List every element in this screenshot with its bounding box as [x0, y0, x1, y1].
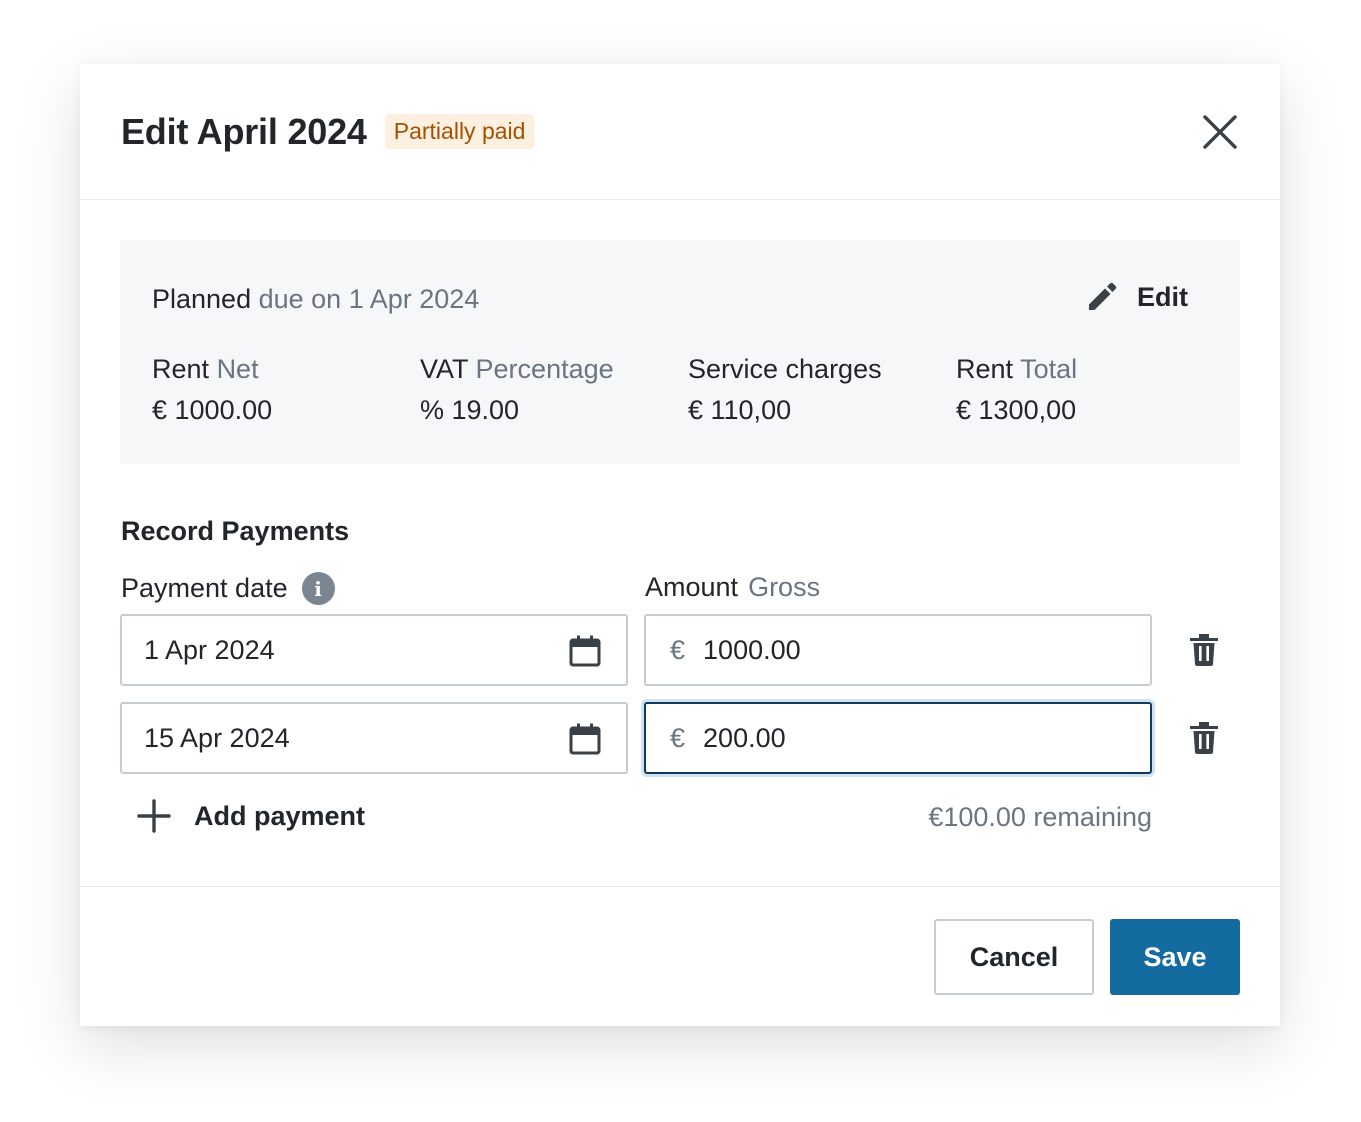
rent-net-value: € 1000.00: [152, 395, 273, 425]
rent-total-label: Rent Total: [956, 354, 1224, 385]
trash-icon[interactable]: [1188, 633, 1220, 667]
payment-amount-value: 1000.00: [703, 634, 801, 665]
edit-planned-button[interactable]: Edit: [1085, 280, 1188, 314]
trash-icon[interactable]: [1188, 721, 1220, 755]
vat-label: VAT Percentage: [420, 354, 688, 385]
dialog-title: Edit April 2024: [121, 110, 367, 152]
edit-label: Edit: [1137, 281, 1188, 312]
dialog-footer: Cancel Save: [80, 886, 1280, 1026]
planned-summary-panel: Planned due on 1 Apr 2024 Edit Rent Net …: [120, 240, 1240, 464]
payment-date-value: 15 Apr 2024: [144, 722, 290, 753]
vat-label-main: VAT: [420, 354, 469, 384]
rent-net-label-main: Rent: [152, 354, 210, 384]
plus-icon: [137, 799, 171, 833]
edit-payment-dialog: Edit April 2024 Partially paid Planned d…: [80, 64, 1280, 1026]
rent-total-label-muted: Total: [1020, 354, 1078, 384]
vat-label-muted: Percentage: [475, 354, 614, 384]
payment-date-label: Payment date i: [121, 572, 335, 605]
add-payment-button[interactable]: Add payment: [136, 798, 365, 834]
info-icon[interactable]: i: [301, 572, 335, 605]
pencil-icon: [1089, 282, 1117, 310]
service-charges-value: € 110,00: [688, 395, 792, 425]
rent-net-label-muted: Net: [216, 354, 259, 384]
vat-value: % 19.00: [420, 395, 520, 425]
payment-date-input[interactable]: 1 Apr 2024: [120, 614, 628, 686]
service-charges-column: Service charges € 110,00: [688, 354, 956, 426]
payment-date-input[interactable]: 15 Apr 2024: [120, 702, 628, 774]
rent-total-column: Rent Total € 1300,00: [956, 354, 1224, 426]
payment-amount-value: 200.00: [703, 722, 786, 753]
rent-net-label: Rent Net: [152, 354, 420, 385]
amount-label-muted: Gross: [748, 572, 821, 602]
service-charges-label-main: Service charges: [688, 354, 882, 384]
amount-label-text: Amount: [645, 572, 739, 602]
remaining-amount-text: €100.00 remaining: [928, 802, 1152, 832]
close-icon[interactable]: [1200, 112, 1240, 152]
amount-label: Amount Gross: [645, 572, 820, 603]
add-payment-label: Add payment: [194, 800, 366, 831]
currency-symbol: €: [670, 722, 686, 753]
record-payments-title: Record Payments: [121, 516, 350, 546]
payment-amount-input[interactable]: € 1000.00: [644, 614, 1152, 686]
due-date-text: due on 1 Apr 2024: [258, 284, 480, 314]
calendar-icon[interactable]: [568, 634, 602, 668]
planned-due-line: Planned due on 1 Apr 2024: [152, 284, 479, 315]
dialog-header: Edit April 2024 Partially paid: [80, 64, 1280, 200]
summary-columns: Rent Net € 1000.00 VAT Percentage % 19.0…: [152, 354, 1224, 426]
save-button[interactable]: Save: [1110, 919, 1240, 995]
payment-date-label-text: Payment date: [121, 573, 288, 603]
payment-date-value: 1 Apr 2024: [144, 634, 275, 665]
service-charges-label: Service charges: [688, 354, 956, 385]
planned-label: Planned: [152, 284, 252, 314]
vat-column: VAT Percentage % 19.00: [420, 354, 688, 426]
status-badge: Partially paid: [384, 114, 535, 149]
currency-symbol: €: [670, 634, 686, 665]
payment-amount-input[interactable]: € 200.00: [644, 702, 1152, 774]
rent-total-label-main: Rent: [956, 354, 1014, 384]
cancel-button[interactable]: Cancel: [934, 919, 1094, 995]
rent-net-column: Rent Net € 1000.00: [152, 354, 420, 426]
calendar-icon[interactable]: [568, 722, 602, 756]
rent-total-value: € 1300,00: [956, 395, 1077, 425]
